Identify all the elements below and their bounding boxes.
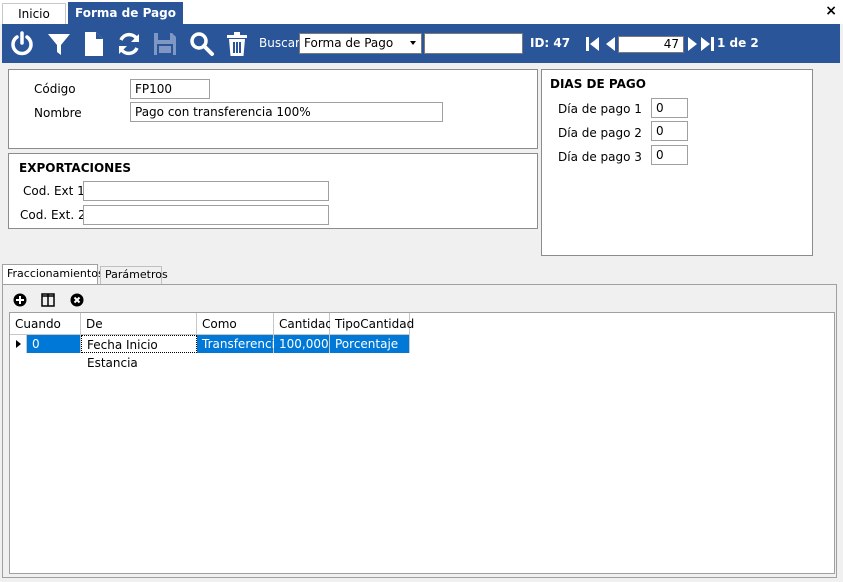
record-id-label: ID: 47 xyxy=(530,36,571,50)
fraccionamientos-tab-content: Cuando De Como Cantidad TipoCantidad 0 F… xyxy=(2,284,837,578)
power-icon[interactable] xyxy=(7,29,37,59)
search-field-select-value: Forma de Pago xyxy=(304,36,394,50)
refresh-icon[interactable] xyxy=(114,29,144,59)
dia-pago-2-field[interactable]: 0 xyxy=(651,121,688,141)
search-field-select[interactable]: Forma de Pago xyxy=(299,33,422,54)
cell-cantidad[interactable]: 100,000 xyxy=(274,335,330,353)
first-record-icon[interactable] xyxy=(586,37,600,51)
column-header-tipocantidad[interactable]: TipoCantidad xyxy=(330,313,414,335)
remove-circle-icon[interactable] xyxy=(70,293,84,307)
nombre-field[interactable]: Pago con transferencia 100% xyxy=(130,102,443,122)
previous-record-icon[interactable] xyxy=(605,37,617,51)
ext2-label: Cod. Ext. 2 xyxy=(20,208,86,222)
ext1-label: Cod. Ext 1 xyxy=(23,184,85,198)
codigo-field[interactable]: FP100 xyxy=(130,79,210,99)
dia-pago-2-label: Día de pago 2 xyxy=(558,126,642,140)
add-circle-icon[interactable] xyxy=(13,293,27,307)
save-icon[interactable] xyxy=(150,29,180,59)
close-icon[interactable]: × xyxy=(825,3,837,19)
main-toolbar: Buscar Forma de Pago ID: 47 47 1 de 2 xyxy=(2,24,840,63)
tab-fraccionamientos[interactable]: Fraccionamientos xyxy=(2,264,104,285)
tab-parametros[interactable]: Parámetros xyxy=(100,266,168,284)
search-icon[interactable] xyxy=(187,29,217,59)
tab-inicio[interactable]: Inicio xyxy=(2,3,66,24)
new-document-icon[interactable] xyxy=(79,29,109,59)
last-record-icon[interactable] xyxy=(701,37,715,51)
lower-tab-strip: Fraccionamientos Parámetros xyxy=(0,264,200,285)
fraccionamientos-grid: Cuando De Como Cantidad TipoCantidad 0 F… xyxy=(9,312,835,574)
column-header-como[interactable]: Como xyxy=(197,313,274,335)
dias-de-pago-title: DIAS DE PAGO xyxy=(550,77,646,91)
filter-icon[interactable] xyxy=(44,29,74,59)
nombre-label: Nombre xyxy=(34,106,82,120)
codigo-label: Código xyxy=(34,82,76,96)
chevron-down-icon xyxy=(410,41,416,45)
dia-pago-1-label: Día de pago 1 xyxy=(558,102,642,116)
record-number-input[interactable]: 47 xyxy=(618,36,684,53)
search-input[interactable] xyxy=(424,33,523,54)
dia-pago-3-field[interactable]: 0 xyxy=(651,145,688,165)
search-label: Buscar xyxy=(259,36,300,50)
dia-pago-1-field[interactable]: 0 xyxy=(651,98,688,118)
tab-forma-de-pago[interactable]: Forma de Pago xyxy=(68,2,183,24)
columns-icon[interactable] xyxy=(41,293,55,307)
ext2-field[interactable] xyxy=(83,205,329,225)
cell-de[interactable]: Fecha Inicio Estancia xyxy=(81,335,197,370)
document-tab-strip: Inicio Forma de Pago × xyxy=(0,0,843,24)
general-panel: Código FP100 Nombre Pago con transferenc… xyxy=(8,69,538,149)
delete-icon[interactable] xyxy=(222,29,252,59)
cell-tipocantidad[interactable]: Porcentaje xyxy=(330,335,410,353)
row-selector[interactable] xyxy=(10,335,27,353)
cell-cuando[interactable]: 0 xyxy=(27,335,81,353)
exportaciones-title: EXPORTACIONES xyxy=(19,161,132,175)
column-header-de[interactable]: De xyxy=(81,313,197,335)
ext1-field[interactable] xyxy=(83,181,329,201)
cell-como[interactable]: Transferencia xyxy=(197,335,282,353)
current-row-icon xyxy=(16,340,21,348)
dias-de-pago-panel: DIAS DE PAGO Día de pago 1 0 Día de pago… xyxy=(541,69,813,256)
exportaciones-panel: EXPORTACIONES Cod. Ext 1 Cod. Ext. 2 xyxy=(8,153,538,229)
next-record-icon[interactable] xyxy=(687,37,699,51)
column-header-cuando[interactable]: Cuando xyxy=(10,313,81,335)
dia-pago-3-label: Día de pago 3 xyxy=(558,150,642,164)
column-header-cantidad[interactable]: Cantidad xyxy=(274,313,333,335)
page-indicator: 1 de 2 xyxy=(717,36,759,50)
